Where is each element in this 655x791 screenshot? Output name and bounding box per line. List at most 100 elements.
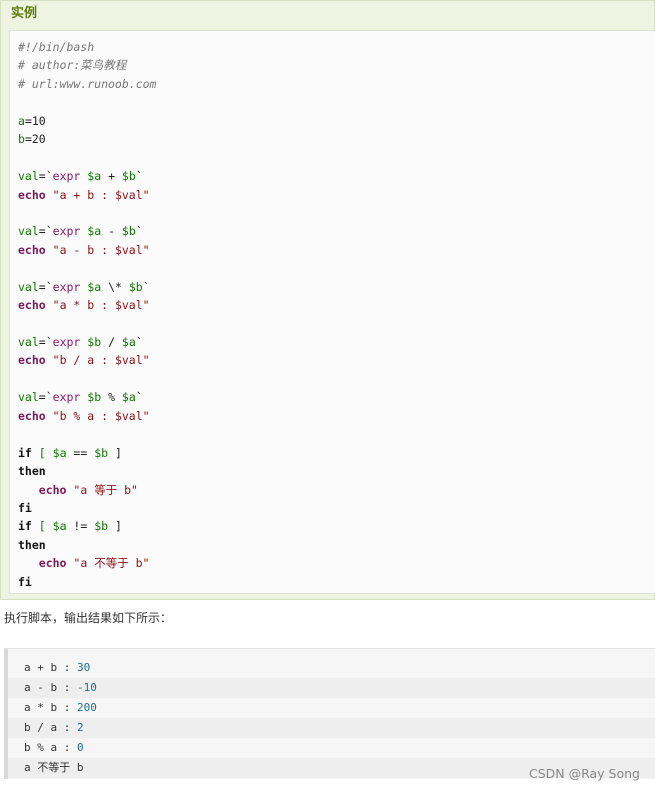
code-token: $b — [121, 224, 136, 239]
code-token: =20 — [24, 132, 46, 147]
code-token: =` — [38, 279, 53, 294]
code-line: #!/bin/bash — [18, 38, 156, 56]
code-token: "b % a : $val" — [52, 408, 150, 423]
code-token: "a + b : $val" — [52, 187, 150, 202]
code-token: $a — [87, 279, 102, 294]
output-value: 2 — [76, 721, 84, 734]
code-line: echo "a + b : $val" — [18, 186, 156, 204]
code-token: + — [101, 169, 122, 184]
code-panel[interactable]: #!/bin/bash # author:菜鸟教程 # url:www.runoob… — [9, 30, 655, 594]
code-token: # url:www.runoob.com — [18, 76, 157, 91]
code-token: expr — [52, 335, 81, 349]
code-line: val=`expr $a + $b` — [18, 167, 156, 185]
code-line: a=10 — [18, 112, 156, 130]
code-token: "a 等于 b" — [73, 482, 138, 497]
code-line: # url:www.runoob.com — [18, 75, 156, 93]
output-line: a * b : 200 — [8, 698, 655, 718]
code-token: echo — [18, 298, 46, 313]
code-token: ] — [108, 519, 122, 534]
code-token: val — [18, 169, 39, 184]
code-token: "a 不等于 b" — [73, 556, 150, 571]
code-token: "a * b : $val" — [52, 298, 150, 313]
output-text: a * b : — [24, 701, 77, 714]
output-text: a 不等于 b — [24, 761, 84, 774]
code-token: $b — [87, 335, 102, 349]
code-token: $a — [87, 224, 102, 239]
watermark: CSDN @Ray Song — [529, 766, 640, 781]
code-token: then — [18, 464, 46, 479]
code-token: =` — [38, 169, 53, 184]
code-token: then — [18, 537, 46, 552]
code-token: [ — [31, 519, 53, 534]
code-line: echo "a 不等于 b" — [18, 554, 156, 572]
code-line: if [ $a == $b ] — [18, 444, 156, 462]
code-line: val=`expr $a \* $b` — [18, 278, 156, 296]
output-value: 30 — [76, 661, 91, 674]
code-token: # author:菜鸟教程 — [18, 58, 127, 73]
code-line: fi — [18, 499, 156, 517]
example-title: 实例 — [11, 6, 38, 21]
output-line: a - b : -10 — [8, 678, 655, 698]
output-line: a + b : 30 — [8, 658, 655, 678]
example-box: 实例 #!/bin/bash # author:菜鸟教程 # url:www.run… — [0, 0, 655, 600]
description-text: 执行脚本，输出结果如下所示： — [4, 611, 173, 625]
code-line: val=`expr $b / $a` — [18, 333, 156, 351]
code-lines: #!/bin/bash # author:菜鸟教程 # url:www.runoob… — [18, 38, 156, 591]
code-token: == — [66, 445, 95, 460]
code-token: / — [101, 335, 122, 349]
code-token: $a — [52, 445, 67, 460]
code-token: val — [18, 390, 39, 405]
code-token: fi — [18, 500, 32, 515]
code-token: $a — [52, 519, 67, 534]
code-token: expr — [52, 169, 81, 184]
code-token: ` — [142, 279, 150, 294]
output-text: a - b : — [24, 681, 77, 694]
code-line: echo "b / a : $val" — [18, 351, 156, 369]
page: 实例 #!/bin/bash # author:菜鸟教程 # url:www.run… — [0, 0, 655, 791]
code-token: echo — [18, 187, 46, 202]
output-value: -10 — [76, 681, 97, 694]
code-token: ` — [135, 169, 143, 184]
code-token: val — [18, 335, 39, 349]
code-line: b=20 — [18, 130, 156, 148]
code-token: $b — [94, 445, 109, 460]
code-line: fi — [18, 573, 156, 591]
output-text: a + b : — [24, 661, 77, 674]
code-token: a — [18, 113, 25, 128]
code-token: expr — [52, 279, 81, 294]
code-token: echo — [18, 408, 46, 423]
output-panel[interactable]: a + b : 30 a - b : -10 a * b : 200 b / a : … — [4, 648, 655, 779]
code-line: then — [18, 462, 156, 480]
code-token: $b — [94, 519, 109, 534]
code-token: ` — [135, 390, 143, 405]
code-token: val — [18, 224, 39, 239]
code-token: % — [101, 390, 122, 405]
code-token: expr — [52, 390, 81, 405]
code-token: ] — [108, 445, 122, 460]
code-line: if [ $a != $b ] — [18, 517, 156, 535]
code-token: b — [18, 132, 25, 147]
code-token: =10 — [24, 113, 46, 128]
code-line: then — [18, 536, 156, 554]
code-token: - — [101, 224, 122, 239]
code-token: $b — [121, 169, 136, 184]
code-token: echo — [38, 556, 67, 571]
output-line: b % a : 0 — [8, 738, 655, 758]
output-value: 200 — [76, 701, 97, 714]
code-token: expr — [52, 224, 81, 239]
code-token: if — [18, 519, 32, 534]
code-line: echo "a 等于 b" — [18, 481, 156, 499]
code-line: val=`expr $a - $b` — [18, 222, 156, 240]
code-token: =` — [38, 224, 53, 239]
code-token: =` — [38, 335, 53, 349]
